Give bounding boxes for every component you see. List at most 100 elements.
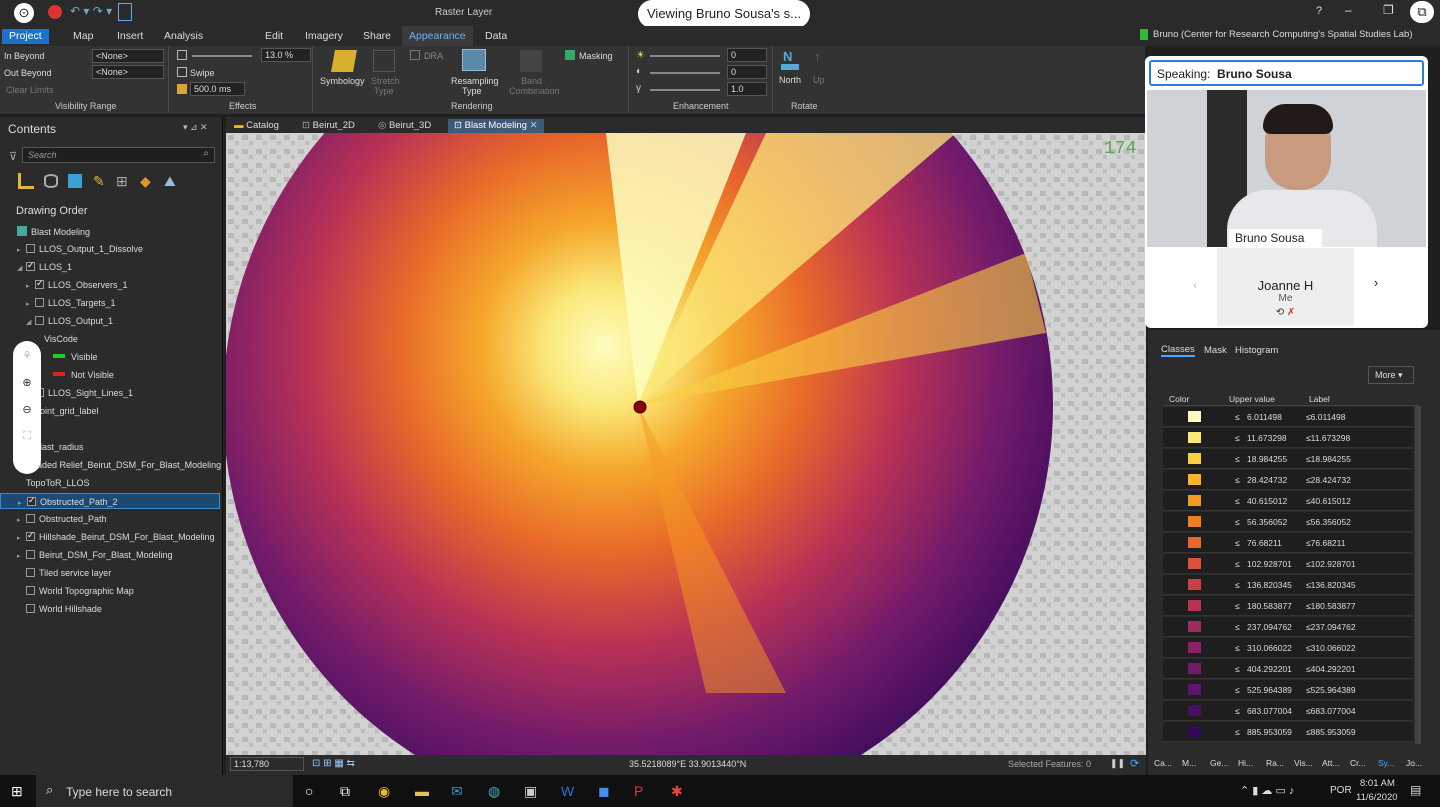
out-beyond-select[interactable]: <None>	[92, 65, 164, 79]
pane-bottom-tab[interactable]: Hi...	[1238, 758, 1253, 768]
minimize-icon[interactable]: –	[1345, 3, 1352, 17]
search-input[interactable]: Search ⌕	[22, 147, 215, 163]
transparency-input[interactable]: 13.0 %	[261, 48, 311, 62]
resampling-icon[interactable]	[462, 49, 486, 71]
class-upper-value[interactable]: 102.928701	[1247, 559, 1292, 569]
close-tab-icon[interactable]: ✕	[530, 120, 538, 131]
class-label[interactable]: ≤683.077004	[1306, 706, 1356, 716]
pan-icon[interactable]: ⚘	[13, 349, 41, 362]
class-upper-value[interactable]: 6.011498	[1247, 412, 1282, 422]
tab-analysis[interactable]: Analysis	[157, 29, 210, 44]
filter-icon[interactable]: ⊽	[9, 150, 17, 163]
symbology-button[interactable]: Symbology	[320, 76, 365, 86]
north-button[interactable]: North	[779, 75, 801, 85]
class-row[interactable]: ≤525.964389 ≤525.964389	[1163, 680, 1413, 700]
class-label[interactable]: ≤76.68211	[1306, 538, 1346, 548]
data-source-icon[interactable]	[44, 174, 58, 188]
powerpoint-icon[interactable]: P	[634, 783, 643, 799]
pane-bottom-tab[interactable]: Sy...	[1378, 758, 1394, 768]
scale-select[interactable]: 1:13,780	[230, 757, 304, 771]
pause-icon[interactable]: ❚❚	[1110, 758, 1125, 769]
class-label[interactable]: ≤11.673298	[1306, 433, 1350, 443]
selected-features[interactable]: Selected Features: 0	[1008, 759, 1091, 769]
stretch-button[interactable]: Stretch	[371, 76, 400, 86]
class-color-swatch[interactable]	[1188, 663, 1201, 674]
pane-bottom-tab[interactable]: Att...	[1322, 758, 1339, 768]
masking-button[interactable]: Masking	[579, 51, 613, 61]
clock-date[interactable]: 11/6/2020	[1356, 792, 1398, 803]
task-view-icon[interactable]: ⧉	[340, 783, 350, 800]
file-explorer-icon[interactable]: ▬	[415, 783, 429, 799]
tab-histogram[interactable]: Histogram	[1235, 345, 1278, 356]
clear-limits-button[interactable]: Clear Limits	[6, 85, 54, 95]
class-row[interactable]: ≤18.984255 ≤18.984255	[1163, 449, 1413, 469]
layer-visibility-checkbox[interactable]	[27, 495, 36, 506]
dra-toggle[interactable]: DRA	[424, 51, 443, 61]
contrast-slider[interactable]	[650, 72, 720, 74]
drawing-order-icon[interactable]	[18, 173, 34, 189]
expand-arrow-icon[interactable]: ▸	[18, 499, 27, 507]
labeling-icon[interactable]: ◆	[140, 173, 151, 190]
mail-icon[interactable]: ✉	[451, 783, 463, 800]
class-upper-value[interactable]: 28.424732	[1247, 475, 1287, 485]
class-row[interactable]: ≤136.820345 ≤136.820345	[1163, 575, 1413, 595]
snapping-icon[interactable]: ⊞	[116, 173, 128, 190]
pane-bottom-tab[interactable]: M...	[1182, 758, 1196, 768]
expand-arrow-icon[interactable]: ▸	[17, 246, 26, 254]
restore-icon[interactable]: ❐	[1383, 3, 1394, 17]
more-button[interactable]: More ▾	[1368, 366, 1414, 384]
class-upper-value[interactable]: 11.673298	[1247, 433, 1287, 443]
tab-appearance[interactable]: Appearance	[402, 26, 473, 46]
zoom-in-icon[interactable]: ⊕	[13, 376, 41, 389]
layer-item[interactable]: ◢ LLOS_Output_1	[0, 313, 220, 329]
class-row[interactable]: ≤885.953059 ≤885.953059	[1163, 722, 1413, 742]
class-upper-value[interactable]: 310.066022	[1247, 643, 1292, 653]
layer-item[interactable]: ▸ Obstructed_Path	[0, 511, 220, 527]
nav-tools-icons[interactable]: ⊡ ⊞ ▦ ⇆	[312, 758, 355, 769]
next-participant-icon[interactable]: ›	[1367, 274, 1385, 292]
class-color-swatch[interactable]	[1188, 726, 1201, 737]
class-label[interactable]: ≤6.011498	[1306, 412, 1346, 422]
share-screen-icon[interactable]: ⧉	[1410, 1, 1434, 23]
tab-data[interactable]: Data	[478, 29, 514, 44]
layer-visibility-checkbox[interactable]	[26, 530, 35, 541]
taskbar-search[interactable]: ⌕ Type here to search	[36, 775, 293, 807]
class-label[interactable]: ≤56.356052	[1306, 517, 1351, 527]
class-row[interactable]: ≤40.615012 ≤40.615012	[1163, 491, 1413, 511]
class-upper-value[interactable]: 404.292201	[1247, 664, 1292, 674]
select-tool-icon[interactable]	[118, 3, 132, 21]
class-upper-value[interactable]: 76.68211	[1247, 538, 1282, 548]
notifications-icon[interactable]: ▤	[1410, 783, 1421, 797]
class-color-swatch[interactable]	[1188, 705, 1201, 716]
chrome-icon[interactable]: ◉	[378, 783, 390, 800]
resampling-button[interactable]: Resampling	[451, 76, 499, 86]
layer-visibility-checkbox[interactable]	[26, 244, 35, 253]
tab-beirut-2d[interactable]: ⊡ Beirut_2D	[296, 119, 361, 134]
tab-mask[interactable]: Mask	[1204, 345, 1227, 356]
class-color-swatch[interactable]	[1188, 684, 1201, 695]
class-upper-value[interactable]: 885.953059	[1247, 727, 1292, 737]
layer-item[interactable]: ▸ LLOS_Output_1_Dissolve	[0, 241, 220, 257]
layer-item[interactable]: ◢ LLOS_1	[0, 259, 220, 275]
class-row[interactable]: ≤76.68211 ≤76.68211	[1163, 533, 1413, 553]
expand-arrow-icon[interactable]: ▸	[17, 534, 26, 542]
pane-bottom-tab[interactable]: Ge...	[1210, 758, 1228, 768]
map-view[interactable]: 174	[226, 133, 1146, 755]
window-icon[interactable]: ▣	[524, 783, 537, 800]
tab-classes[interactable]: Classes	[1161, 344, 1195, 357]
expand-arrow-icon[interactable]: ▸	[17, 552, 26, 560]
class-label[interactable]: ≤885.953059	[1306, 727, 1356, 737]
class-row[interactable]: ≤6.011498 ≤6.011498	[1163, 407, 1413, 427]
brightness-slider[interactable]	[650, 55, 720, 57]
class-label[interactable]: ≤28.424732	[1306, 475, 1351, 485]
class-row[interactable]: ≤102.928701 ≤102.928701	[1163, 554, 1413, 574]
class-row[interactable]: ≤11.673298 ≤11.673298	[1163, 428, 1413, 448]
cortana-icon[interactable]: ○	[305, 783, 313, 799]
class-label[interactable]: ≤18.984255	[1306, 454, 1351, 464]
swipe-button[interactable]: Swipe	[190, 68, 215, 78]
class-row[interactable]: ≤310.066022 ≤310.066022	[1163, 638, 1413, 658]
app-icon[interactable]: ⊙	[14, 3, 34, 23]
class-upper-value[interactable]: 56.356052	[1247, 517, 1287, 527]
contrast-input[interactable]: 0	[727, 65, 767, 79]
class-upper-value[interactable]: 136.820345	[1247, 580, 1292, 590]
